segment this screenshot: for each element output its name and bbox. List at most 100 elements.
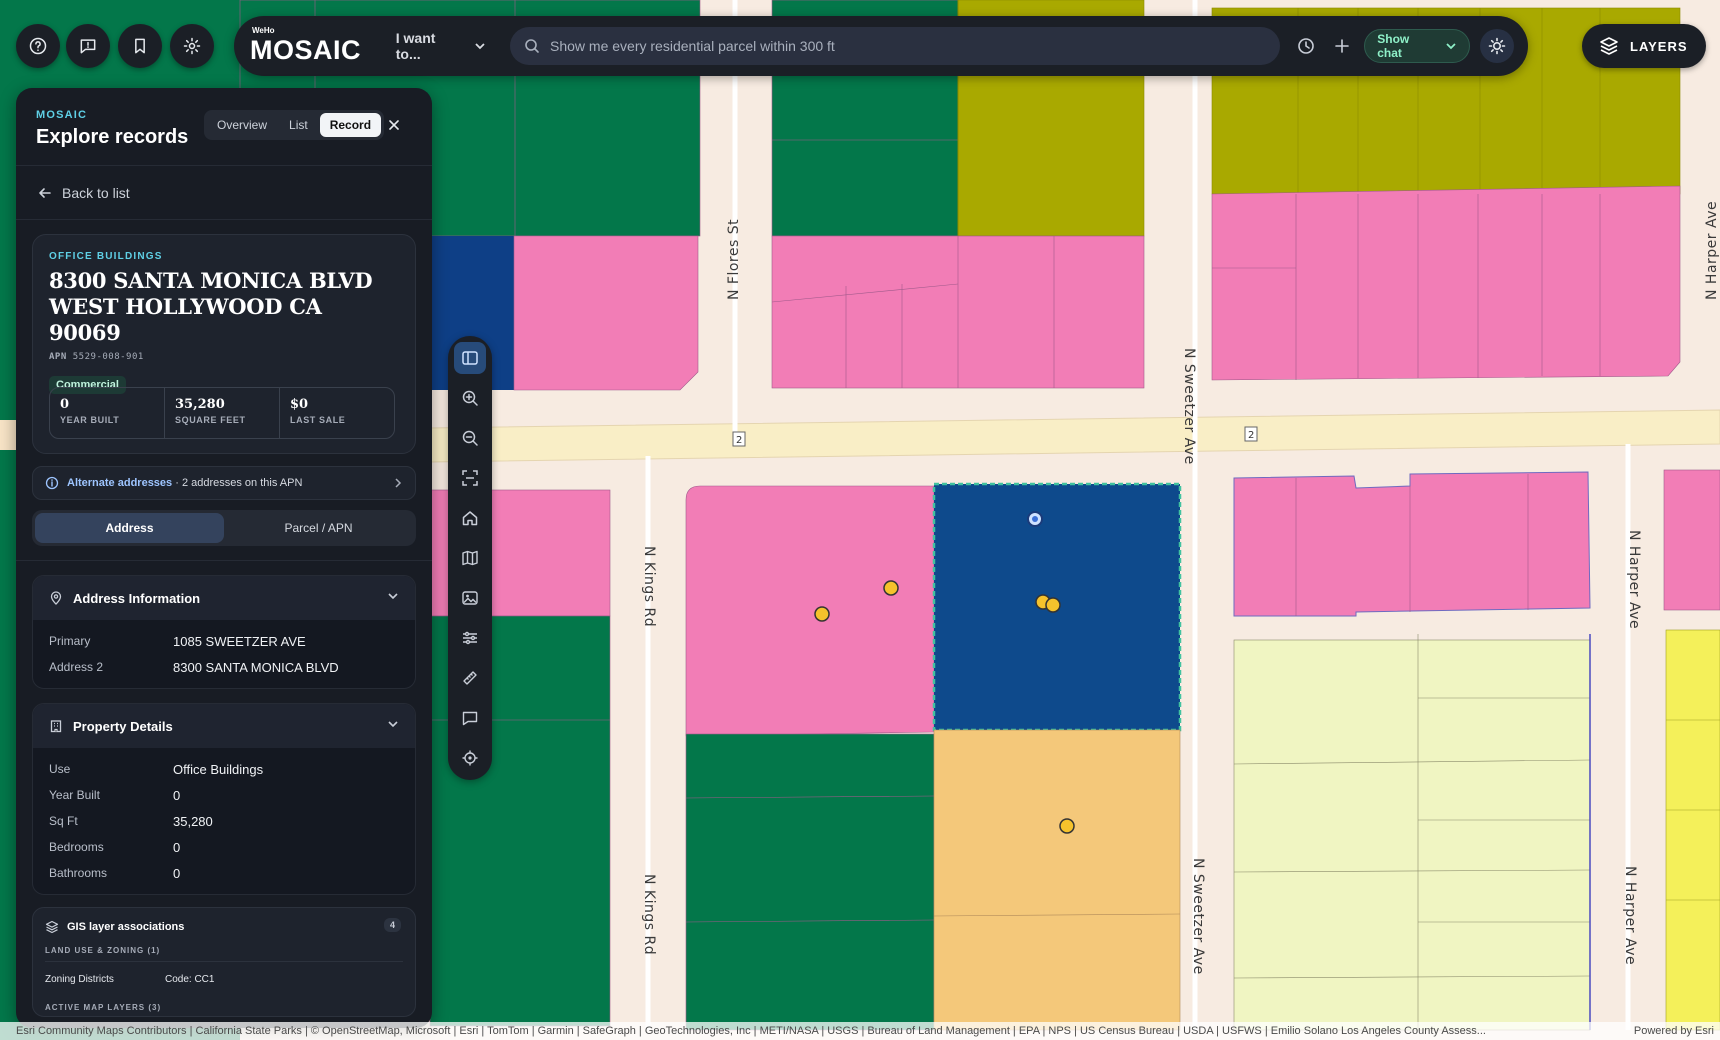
bookmarks-button[interactable] [118,24,162,68]
feedback-icon [80,39,96,54]
record-scroll-area[interactable]: OFFICE BUILDINGS 8300 SANTA MONICA BLVD … [16,220,432,1017]
parcel-marker[interactable] [1059,818,1075,834]
map-tools-rail [448,336,492,780]
show-chat-button[interactable]: Show chat [1364,29,1471,63]
location-pin-icon [50,591,62,605]
panel-header: MOSAIC Explore records Overview List Rec… [16,88,432,166]
search-input[interactable] [550,38,1231,54]
stat-label: LAST SALE [290,415,346,425]
settings-button[interactable] [170,24,214,68]
tab-record[interactable]: Record [319,113,382,137]
stat-value: $0 [290,397,309,412]
tab-list[interactable]: List [279,113,318,137]
gis-header[interactable]: GIS layer associations 4 [45,918,403,934]
imagery-button[interactable] [454,582,486,614]
comment-icon [462,711,478,726]
feedback-button[interactable] [66,24,110,68]
zoom-out-icon [462,430,478,446]
measure-button[interactable] [454,662,486,694]
theme-toggle[interactable] [1480,29,1514,63]
row-value: 0 [173,839,181,855]
back-to-list-link[interactable]: Back to list [16,166,432,220]
toggle-panel-button[interactable] [454,342,486,374]
panel-title: Explore records [36,126,189,148]
top-bar: WeHo MOSAIC I want to... Show chat [234,16,1528,76]
explore-records-panel: MOSAIC Explore records Overview List Rec… [16,88,432,1028]
brand-prefix: WeHo [252,26,275,35]
property-bedrooms-row: Bedrooms 0 [33,834,415,860]
search-box[interactable] [510,27,1281,65]
row-key: Zoning Districts [45,974,114,985]
row-key: Use [49,762,71,776]
zoom-in-button[interactable] [454,382,486,414]
record-address: 8300 SANTA MONICA BLVD WEST HOLLYWOOD CA… [49,268,399,346]
row-value: Office Buildings [173,761,264,777]
gear-icon [183,37,201,55]
close-panel-button[interactable] [382,113,406,137]
stat-value: 0 [60,397,70,412]
map-icon [462,550,478,566]
route-shield: 2 [1244,426,1258,442]
fullscreen-icon [462,470,478,486]
filters-button[interactable] [454,622,486,654]
record-card: OFFICE BUILDINGS 8300 SANTA MONICA BLVD … [32,234,416,454]
app-logo[interactable]: WeHo MOSAIC [250,26,361,66]
layers-icon [1600,37,1618,55]
close-icon [389,120,399,130]
home-button[interactable] [454,502,486,534]
view-tabs: Overview List Record [204,110,385,140]
row-key: Sq Ft [49,814,78,828]
add-button[interactable] [1324,28,1360,64]
divider [16,560,432,561]
search-icon [525,39,539,53]
powered-by-esri[interactable]: Powered by Esri [1634,1022,1714,1040]
help-button[interactable] [16,24,60,68]
street-label-sweetzer-north: N Sweetzer Ave [1181,348,1197,465]
toggle-address[interactable]: Address [35,513,224,543]
intent-dropdown[interactable]: I want to... [396,30,486,62]
section-title: Address Information [73,590,201,606]
row-value: 0 [173,787,181,803]
alternate-addresses-link[interactable]: Alternate addresses [67,477,172,489]
row-value: 8300 SANTA MONICA BLVD [173,659,339,675]
property-year-built-row: Year Built 0 [33,782,415,808]
address-line-1: 8300 SANTA MONICA BLVD [49,268,373,293]
parcel-marker[interactable] [814,606,830,622]
apn-value: 5529-008-901 [72,352,144,362]
property-bathrooms-row: Bathrooms 0 [33,860,415,886]
sliders-icon [463,631,477,645]
chevron-down-icon [1446,43,1456,50]
alternate-addresses-row[interactable]: Alternate addresses · 2 addresses on thi… [32,466,416,500]
comments-button[interactable] [454,702,486,734]
row-key: Bathrooms [49,866,108,880]
sidebar-icon [462,351,478,365]
stat-value: 35,280 [175,397,225,412]
history-button[interactable] [1288,28,1324,64]
ruler-icon [463,671,477,685]
intent-label: I want to... [395,30,436,62]
property-details-header[interactable]: Property Details [33,704,415,748]
parcel-marker[interactable] [1045,597,1061,613]
zoom-out-button[interactable] [454,422,486,454]
row-value: 1085 SWEETZER AVE [173,633,306,649]
street-label-harper-south: N Harper Ave [1622,866,1638,965]
layers-button[interactable]: LAYERS [1582,24,1706,68]
section-title: Property Details [73,718,173,734]
stat-label: YEAR BUILT [60,415,120,425]
chevron-right-icon [395,478,402,488]
attribution-text: Esri Community Maps Contributors | Calif… [16,1025,1486,1037]
parcel-marker[interactable] [883,580,899,596]
toggle-parcel-apn[interactable]: Parcel / APN [224,513,413,543]
street-label-flores: N Flores St [726,219,742,300]
street-label-harper-top: N Harper Ave [1704,201,1720,300]
address-information-header[interactable]: Address Information [33,576,415,620]
locate-button[interactable] [454,742,486,774]
fit-extent-button[interactable] [454,462,486,494]
record-category: OFFICE BUILDINGS [49,251,163,262]
tab-overview[interactable]: Overview [207,113,277,137]
layers-icon [45,920,59,934]
chevron-down-icon [388,721,398,728]
basemap-button[interactable] [454,542,486,574]
zoom-in-icon [462,390,478,406]
map-attribution: Esri Community Maps Contributors | Calif… [0,1022,1720,1040]
